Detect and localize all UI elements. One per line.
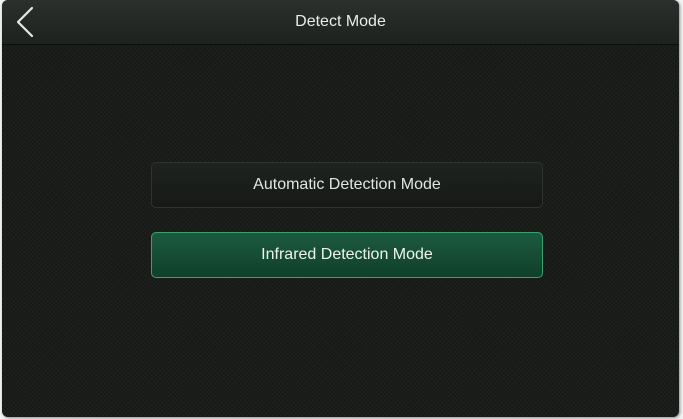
automatic-detection-mode-button[interactable]: Automatic Detection Mode [151, 162, 543, 208]
device-screen: Detect Mode Automatic Detection Mode Inf… [2, 0, 679, 417]
page-title: Detect Mode [295, 13, 386, 30]
title-bar: Detect Mode [2, 0, 679, 45]
infrared-detection-mode-button[interactable]: Infrared Detection Mode [151, 232, 543, 278]
